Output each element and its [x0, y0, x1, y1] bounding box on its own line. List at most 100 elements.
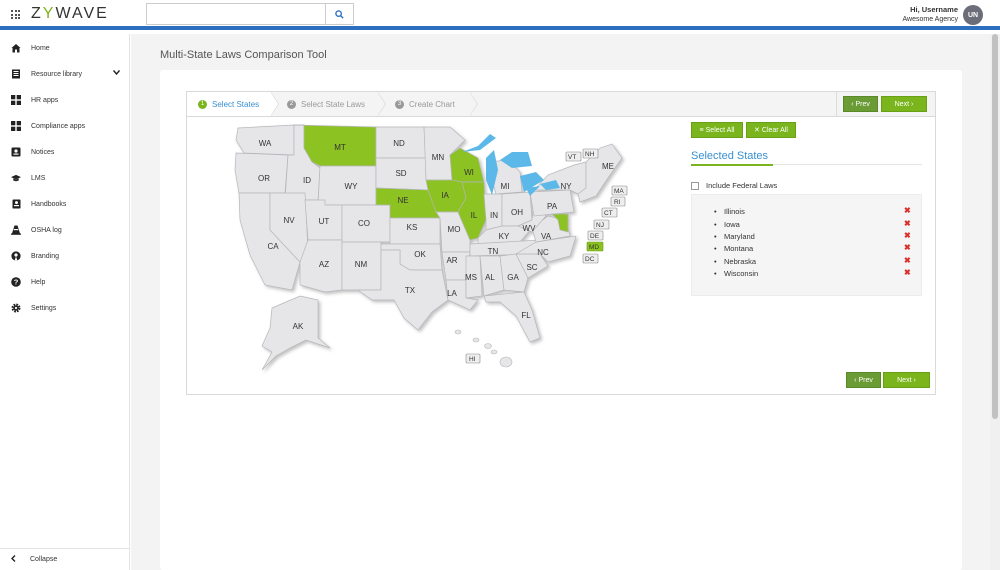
map-label-ky: KY [499, 232, 510, 241]
state-hi-islands[interactable] [454, 329, 513, 368]
chevron-left-icon: ‹ [851, 100, 854, 108]
sidebar-item-compliance-apps[interactable]: Compliance apps [0, 113, 129, 139]
federal-laws-checkbox[interactable] [691, 181, 699, 190]
map-label-ne: NE [397, 196, 408, 205]
map-label-mn: MN [432, 153, 445, 162]
sidebar-item-handbooks[interactable]: Handbooks [0, 191, 129, 217]
state-or[interactable] [234, 152, 289, 194]
selected-states-list: Illinois ✖ Iowa ✖ Maryland ✖ Montana ✖ N… [691, 194, 922, 296]
home-icon [11, 43, 21, 53]
map-label-nd: ND [393, 139, 405, 148]
sidebar-item-help[interactable]: ? Help [0, 269, 129, 295]
list-icon: ≡ [699, 126, 704, 134]
sidebar-item-home[interactable]: Home [0, 35, 129, 61]
sidebar-item-osha-log[interactable]: OSHA log [0, 217, 129, 243]
map-label-ia: IA [441, 191, 449, 200]
remove-icon[interactable]: ✖ [904, 243, 911, 252]
sidebar: Home Resource library HR apps Compliance… [0, 34, 130, 570]
next-button-top[interactable]: Next › [881, 96, 927, 112]
map-label-az: AZ [319, 260, 329, 269]
chevron-left-icon: ‹ [854, 376, 857, 384]
search-input[interactable] [146, 3, 326, 25]
map-label-oh: OH [511, 208, 523, 217]
remove-icon[interactable]: ✖ [904, 268, 911, 277]
map-label-in: IN [490, 211, 498, 220]
sidebar-item-lms[interactable]: LMS [0, 165, 129, 191]
map-label-al: AL [485, 273, 495, 282]
tag-de-label: DE [590, 233, 600, 240]
step-select-state-laws[interactable]: 2 Select State Laws [287, 92, 377, 116]
next-button-bottom[interactable]: Next › [883, 372, 930, 388]
sidebar-item-notices[interactable]: Notices [0, 139, 129, 165]
state-ak[interactable] [261, 295, 331, 371]
map-label-ok: OK [414, 250, 426, 259]
state-fl[interactable] [483, 291, 541, 343]
prev-label: Prev [855, 100, 870, 108]
tag-hi-label: HI [469, 356, 476, 363]
next-label: Next [894, 100, 910, 108]
remove-icon[interactable]: ✖ [904, 256, 911, 265]
list-item: Maryland [714, 232, 755, 241]
library-icon [11, 69, 21, 79]
chevron-down-icon[interactable] [112, 70, 121, 77]
page-title: Multi-State Laws Comparison Tool [160, 49, 327, 61]
tag-nh-label: NH [585, 151, 595, 158]
sidebar-item-label: Settings [31, 304, 57, 312]
chevron-left-icon [11, 555, 16, 564]
map-label-pa: PA [547, 202, 558, 211]
remove-icon[interactable]: ✖ [904, 206, 911, 215]
map-label-ga: GA [507, 273, 519, 282]
apps-icon [11, 121, 21, 131]
sidebar-item-branding[interactable]: Branding [0, 243, 129, 269]
list-item: Wisconsin [714, 269, 758, 278]
include-federal-laws-row[interactable]: Include Federal Laws [691, 181, 777, 190]
sidebar-item-label: Resource library [31, 70, 82, 78]
map-label-mi: MI [501, 182, 510, 191]
branding-icon [11, 251, 21, 261]
step-select-states[interactable]: 1 Select States [187, 92, 271, 116]
sidebar-item-resource-library[interactable]: Resource library [0, 61, 129, 87]
map-label-or: OR [258, 174, 270, 183]
sidebar-item-label: Help [31, 278, 46, 286]
remove-icon[interactable]: ✖ [904, 231, 911, 240]
step-number: 1 [198, 99, 207, 109]
step-label: Select States [212, 99, 260, 109]
prev-button-bottom[interactable]: ‹ Prev [846, 372, 881, 388]
map-label-nm: NM [355, 260, 368, 269]
avatar[interactable]: UN [963, 5, 983, 25]
us-map[interactable]: WA MT ND MN OR ID WY SD WI MI NE IA NV U… [229, 120, 629, 375]
step-create-chart[interactable]: 3 Create Chart [395, 92, 475, 116]
app-grid-icon[interactable] [11, 10, 20, 19]
us-map-svg: WA MT ND MN OR ID WY SD WI MI NE IA NV U… [234, 124, 628, 371]
prev-button-top[interactable]: ‹ Prev [843, 96, 878, 112]
map-label-co: CO [358, 219, 370, 228]
map-label-mo: MO [448, 225, 461, 234]
zywave-logo[interactable]: ZYWAVE [31, 5, 109, 23]
select-all-button[interactable]: ≡ Select All [691, 122, 743, 138]
step-divider [378, 93, 385, 115]
map-label-tx: TX [405, 286, 416, 295]
search-button[interactable] [325, 3, 354, 25]
scrollbar-thumb[interactable] [992, 34, 998, 419]
clear-all-button[interactable]: ✕ Clear All [746, 122, 796, 138]
tag-ma-label: MA [614, 188, 624, 195]
sidebar-item-settings[interactable]: Settings [0, 295, 129, 321]
page-scrollbar[interactable] [990, 34, 1000, 570]
select-all-label: Select All [705, 126, 735, 134]
list-item: Nebraska [714, 257, 756, 266]
map-label-fl: FL [521, 311, 531, 320]
sidebar-item-label: Compliance apps [31, 122, 86, 130]
chevron-right-icon: › [911, 100, 914, 108]
user-greeting: Hi, Username Awesome Agency [902, 5, 958, 24]
map-label-ak: AK [293, 322, 304, 331]
map-label-sd: SD [395, 169, 406, 178]
sidebar-collapse-button[interactable]: Collapse [0, 548, 130, 570]
remove-icon[interactable]: ✖ [904, 219, 911, 228]
prev-label: Prev [858, 376, 873, 384]
sidebar-item-hr-apps[interactable]: HR apps [0, 87, 129, 113]
map-label-ut: UT [319, 217, 330, 226]
list-item: Iowa [714, 220, 740, 229]
top-bar: ZYWAVE Hi, Username Awesome Agency UN [0, 0, 1000, 30]
map-label-ny: NY [560, 182, 572, 191]
user-agency: Awesome Agency [902, 16, 958, 23]
